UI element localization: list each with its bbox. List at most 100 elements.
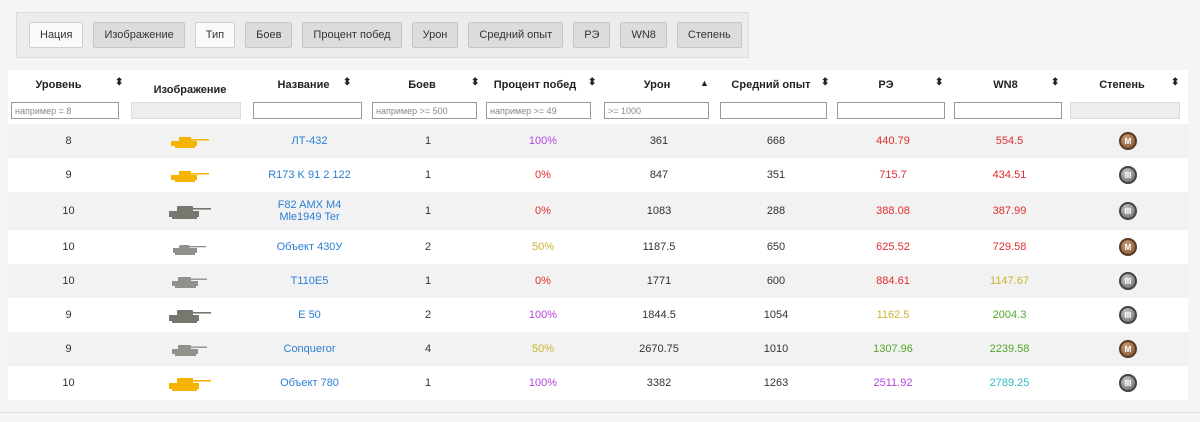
re-cell: 715.7 bbox=[835, 158, 951, 192]
wn8-value: 1147.67 bbox=[990, 275, 1029, 287]
header-level-label: Уровень bbox=[35, 79, 82, 91]
column-toggle-button[interactable]: Процент побед bbox=[302, 22, 402, 48]
header-winrate-label: Процент побед bbox=[493, 79, 577, 91]
battles-filter-input[interactable] bbox=[372, 102, 477, 119]
re-filter-input[interactable] bbox=[837, 102, 945, 119]
re-value: 388.08 bbox=[876, 205, 910, 217]
column-toggle-button[interactable]: РЭ bbox=[573, 22, 611, 48]
winrate-filter-input[interactable] bbox=[486, 102, 591, 119]
header-winrate[interactable]: Процент побед ⬍ bbox=[485, 70, 601, 100]
winrate-value: 50% bbox=[531, 343, 555, 355]
header-re[interactable]: РЭ ⬍ bbox=[835, 70, 951, 100]
sort-both-icon[interactable]: ⬍ bbox=[1171, 78, 1179, 88]
tank-name-link[interactable]: Объект 430У bbox=[277, 241, 343, 253]
damage-value: 1187.5 bbox=[642, 241, 676, 253]
avg-xp-value: 288 bbox=[766, 205, 786, 217]
damage-value: 1083 bbox=[646, 205, 672, 217]
column-toggle-button[interactable]: Степень bbox=[676, 22, 742, 48]
sort-both-icon[interactable]: ⬍ bbox=[588, 78, 596, 88]
avg-xp-value: 600 bbox=[766, 275, 786, 287]
wn8-cell: 387.99 bbox=[951, 192, 1068, 230]
tank-name-link[interactable]: Объект 780 bbox=[280, 377, 339, 389]
sort-both-icon[interactable]: ⬍ bbox=[471, 78, 479, 88]
mastery-cell: M bbox=[1068, 332, 1188, 366]
header-name[interactable]: Название ⬍ bbox=[251, 70, 368, 100]
tank-name-link[interactable]: R173 K 91 2 122 bbox=[268, 169, 351, 181]
mastery-cell: III bbox=[1068, 264, 1188, 298]
sort-both-icon[interactable]: ⬍ bbox=[935, 78, 943, 88]
wn8-filter-input[interactable] bbox=[954, 102, 1062, 119]
tank-name-link[interactable]: E 50 bbox=[298, 309, 321, 321]
level-cell: 9 bbox=[8, 298, 129, 332]
header-re-label: РЭ bbox=[878, 79, 894, 91]
image-cell bbox=[129, 230, 251, 264]
tank-name-link[interactable]: Conqueror bbox=[284, 343, 336, 355]
header-mastery-label: Степень bbox=[1099, 79, 1145, 91]
damage-cell: 2670.75 bbox=[601, 332, 717, 366]
name-cell: F82 AMX M4 Mle1949 Ter bbox=[251, 192, 368, 230]
name-cell: E 50 bbox=[251, 298, 368, 332]
wn8-cell: 434.51 bbox=[951, 158, 1068, 192]
header-wn8[interactable]: WN8 ⬍ bbox=[951, 70, 1068, 100]
re-cell: 2511.92 bbox=[835, 366, 951, 400]
mastery-m-bronze-icon: M bbox=[1119, 340, 1137, 358]
avg-xp-filter-input[interactable] bbox=[720, 102, 827, 119]
battles-value: 1 bbox=[424, 169, 432, 181]
battles-cell: 2 bbox=[371, 230, 485, 264]
table-row: 10 F82 AMX M4 Mle1949 Ter 1 0% 1083 288 388.08… bbox=[8, 192, 1188, 230]
mastery-cell: III bbox=[1068, 158, 1188, 192]
re-cell: 440.79 bbox=[835, 124, 951, 158]
winrate-value: 100% bbox=[528, 309, 558, 321]
tank-name-link[interactable]: F82 AMX M4 Mle1949 Ter bbox=[260, 199, 360, 223]
header-level[interactable]: Уровень ⬍ bbox=[8, 70, 129, 100]
image-cell bbox=[129, 192, 251, 230]
re-value: 625.52 bbox=[876, 241, 910, 253]
column-toggle-button[interactable]: Урон bbox=[411, 22, 459, 48]
tank-image-icon bbox=[167, 271, 213, 291]
winrate-cell: 100% bbox=[485, 366, 601, 400]
damage-filter-input[interactable] bbox=[604, 102, 709, 119]
level-cell: 8 bbox=[8, 124, 129, 158]
sort-both-icon[interactable]: ⬍ bbox=[821, 78, 829, 88]
wn8-cell: 2004.3 bbox=[951, 298, 1068, 332]
header-mastery[interactable]: Степень ⬍ bbox=[1068, 70, 1188, 100]
header-image-label: Изображение bbox=[153, 84, 227, 96]
name-filter-input[interactable] bbox=[253, 102, 362, 119]
column-toggle-button[interactable]: Изображение bbox=[93, 22, 185, 48]
wn8-value: 387.99 bbox=[992, 205, 1027, 217]
level-filter-input[interactable] bbox=[11, 102, 119, 119]
level-value: 10 bbox=[62, 377, 75, 389]
header-image: Изображение bbox=[129, 72, 251, 102]
header-avg-xp[interactable]: Средний опыт ⬍ bbox=[717, 70, 835, 100]
sort-both-icon[interactable]: ⬍ bbox=[343, 78, 351, 88]
column-toggle-button[interactable]: WN8 bbox=[620, 22, 667, 48]
mastery-m-bronze-icon: M bbox=[1119, 238, 1137, 256]
table-header: Уровень ⬍ Изображение Название ⬍ Боев ⬍ … bbox=[8, 70, 1188, 100]
tank-name-link[interactable]: T110E5 bbox=[291, 275, 329, 287]
name-cell: R173 K 91 2 122 bbox=[251, 158, 368, 192]
battles-value: 1 bbox=[424, 205, 432, 217]
mastery-cell: III bbox=[1068, 366, 1188, 400]
image-cell bbox=[129, 332, 251, 366]
mastery-cell: III bbox=[1068, 192, 1188, 230]
sort-both-icon[interactable]: ⬍ bbox=[1051, 78, 1059, 88]
header-battles[interactable]: Боев ⬍ bbox=[371, 70, 485, 100]
column-toggle-button[interactable]: Нация bbox=[29, 22, 84, 48]
damage-value: 3382 bbox=[646, 377, 672, 389]
wn8-cell: 554.5 bbox=[951, 124, 1068, 158]
column-toggle-button[interactable]: Средний опыт bbox=[468, 22, 564, 48]
column-toggle-button[interactable]: Боев bbox=[245, 22, 293, 48]
mastery-3-icon: III bbox=[1119, 202, 1137, 220]
wn8-cell: 729.58 bbox=[951, 230, 1068, 264]
re-value: 1307.96 bbox=[873, 343, 913, 355]
mastery-3-icon: III bbox=[1119, 166, 1137, 184]
header-damage[interactable]: Урон ▲ bbox=[601, 70, 717, 100]
tank-name-link[interactable]: ЛТ-432 bbox=[292, 135, 328, 147]
header-avg-xp-label: Средний опыт bbox=[731, 79, 811, 91]
winrate-cell: 50% bbox=[485, 332, 601, 366]
sort-both-icon[interactable]: ⬍ bbox=[115, 78, 123, 88]
sort-up-icon[interactable]: ▲ bbox=[700, 79, 709, 88]
column-toggle-button[interactable]: Тип bbox=[194, 22, 236, 48]
damage-cell: 1187.5 bbox=[601, 230, 717, 264]
avg-xp-value: 668 bbox=[766, 135, 786, 147]
